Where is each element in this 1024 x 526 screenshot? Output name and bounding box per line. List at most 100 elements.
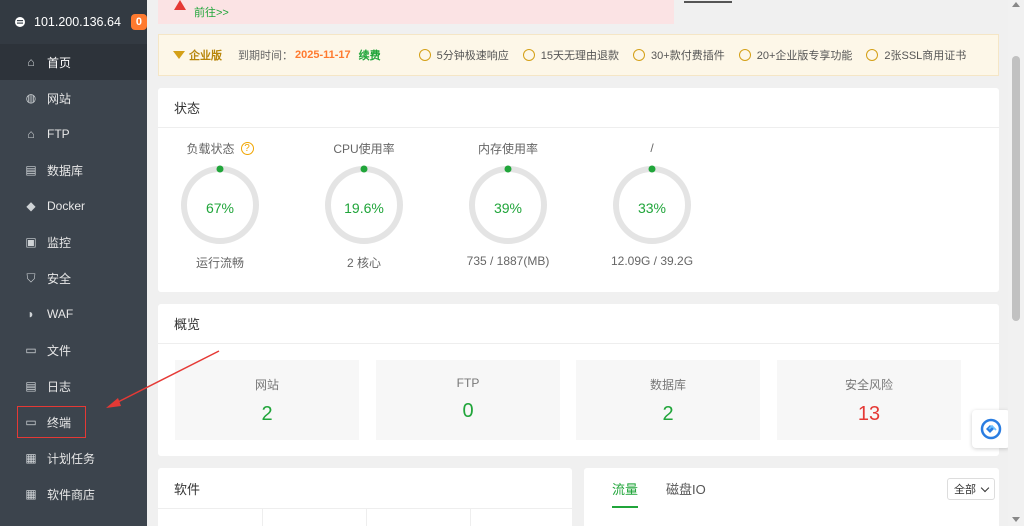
feature-label: 5分钟极速响应 (436, 50, 509, 62)
tab-traffic[interactable]: 流量 (612, 468, 639, 508)
feature-item: 15天无理由退款 (522, 47, 620, 63)
sidebar-item[interactable]: ▦ 软件商店 (0, 476, 147, 512)
annotation-highlight-box (17, 406, 86, 438)
customer-service-button[interactable] (972, 410, 1010, 448)
scroll-down-arrow-icon[interactable] (1012, 517, 1020, 522)
sidebar-item-label: 首页 (47, 55, 72, 70)
alert-link[interactable]: 前往>> (194, 4, 229, 20)
sidebar-item[interactable]: ▤ 日志 (0, 368, 147, 404)
sidebar-item[interactable]: ⌂ FTP (0, 116, 147, 152)
feature-label: 2张SSL商用证书 (884, 50, 967, 62)
gauge-label: 内存使用率 (458, 140, 558, 156)
sidebar-item-label: WAF (47, 307, 74, 321)
renew-link[interactable]: 续费 (359, 47, 381, 63)
software-card: 软件 (158, 468, 572, 526)
sidebar-item[interactable]: ▤ 数据库 (0, 152, 147, 188)
help-icon[interactable]: ? (240, 141, 254, 155)
sidebar-item-label: 文件 (47, 343, 72, 358)
sidebar: 101.200.136.64 0 ⌂ 首页 ◍ 网站 ⌂ FTP ▤ 数据库 ◆ Docker ▣ 监… (0, 0, 147, 526)
sidebar-item-label: Docker (47, 199, 86, 213)
overview-box[interactable]: 安全风险 13 (777, 360, 961, 440)
overview-box[interactable]: 数据库 2 (576, 360, 760, 440)
notification-badge[interactable]: 0 (130, 14, 147, 30)
overview-box[interactable]: 网站 2 (175, 360, 359, 440)
folder-icon: ▭ (25, 343, 37, 357)
gauge-subtext: 12.09G / 39.2G (610, 254, 694, 268)
overview-box-value: 2 (261, 403, 273, 425)
overview-title: 概览 (158, 304, 999, 344)
software-col-sep (470, 508, 471, 526)
tab-disk-io[interactable]: 磁盘IO (666, 468, 706, 508)
gauge-indicator (360, 165, 368, 173)
feature-item: 30+款付费插件 (633, 47, 725, 63)
scope-select-value: 全部 (954, 484, 976, 496)
scrollbar-thumb[interactable] (1012, 56, 1020, 321)
sidebar-item[interactable]: ⌂ 首页 (0, 44, 147, 80)
feature-item: 20+企业版专享功能 (738, 47, 852, 63)
gauge-value: 67% (205, 200, 235, 216)
sidebar-item[interactable]: ▦ 计划任务 (0, 440, 147, 476)
warning-icon (174, 0, 186, 10)
gauge-label-text: 负载状态 (186, 141, 235, 156)
gauge-subtext: 2 核心 (346, 256, 381, 270)
grid-icon: ▦ (25, 487, 37, 501)
feature-icon (522, 49, 535, 61)
overview-box[interactable]: FTP 0 (376, 360, 560, 440)
monitor-icon: ▣ (25, 235, 37, 249)
edition-label: 企业版 (173, 47, 222, 63)
sidebar-item-label: 网站 (47, 91, 72, 106)
nav-list: ⌂ 首页 ◍ 网站 ⌂ FTP ▤ 数据库 ◆ Docker ▣ 监控 ⛉ 安全 ◗ WAF ▭ 文件 ▤ 日志 ▭ 终端… (0, 44, 147, 512)
expire-date: 2025-11-17 (295, 49, 351, 61)
gauge-indicator (648, 165, 656, 173)
globe-icon: ◍ (25, 91, 37, 105)
gauge-label: 负载状态? (170, 140, 270, 156)
sidebar-item-label: 监控 (47, 235, 72, 250)
scroll-up-arrow-icon[interactable] (1012, 2, 1020, 7)
shield-icon: ⛉ (26, 270, 36, 285)
sidebar-item[interactable]: ◆ Docker (0, 188, 147, 224)
software-title: 软件 (174, 481, 201, 497)
sidebar-item[interactable]: ◗ WAF (0, 296, 147, 332)
scope-select[interactable]: 全部 (947, 478, 995, 500)
feature-icon (633, 49, 646, 61)
status-gauge[interactable]: 内存使用率 39% 735 / 1887(MB) (458, 140, 558, 269)
feature-label: 15天无理由退款 (540, 50, 620, 62)
status-gauge[interactable]: CPU使用率 19.6% 2 核心 (314, 140, 414, 271)
support-icon (980, 418, 1002, 440)
software-col-sep (366, 508, 367, 526)
gauge-value: 39% (493, 200, 523, 216)
overview-box-label: 网站 (254, 378, 279, 392)
sidebar-item-label: 计划任务 (47, 451, 96, 466)
server-ip: 101.200.136.64 (34, 15, 121, 29)
status-gauge[interactable]: / 33% 12.09G / 39.2G (602, 140, 702, 268)
overview-box-value: 2 (662, 403, 674, 425)
status-gauge[interactable]: 负载状态? 67% 运行流畅 (170, 140, 270, 271)
traffic-card: 流量 磁盘IO 全部 (584, 468, 999, 526)
gauge-indicator (504, 165, 512, 173)
sidebar-item-label: 安全 (47, 271, 72, 286)
expire-label: 到期时间： (238, 50, 293, 62)
log-icon: ▤ (25, 379, 37, 393)
chevron-down-icon (980, 483, 990, 492)
sidebar-item[interactable]: ▣ 监控 (0, 224, 147, 260)
vertical-scrollbar[interactable] (1008, 0, 1024, 526)
pro-edition-bar: 企业版 到期时间： 2025-11-17 续费 5分钟极速响应 15天无理由退款… (158, 34, 999, 76)
software-divider (158, 508, 572, 509)
server-icon (14, 16, 26, 28)
gauge-subtext: 735 / 1887(MB) (466, 254, 550, 268)
ftp-icon: ⌂ (27, 127, 35, 141)
sidebar-item[interactable]: ⛉ 安全 (0, 260, 147, 296)
sidebar-item[interactable]: ▭ 文件 (0, 332, 147, 368)
sidebar-item-label: 数据库 (47, 163, 84, 178)
overview-box-value: 13 (857, 403, 881, 425)
edition-text: 企业版 (189, 50, 222, 62)
overview-box-label: 安全风险 (844, 378, 893, 392)
feature-icon (738, 49, 751, 61)
sidebar-item[interactable]: ◍ 网站 (0, 80, 147, 116)
waf-icon: ◗ (27, 307, 35, 321)
gauge-indicator (216, 165, 224, 173)
status-card: 状态 负载状态? 67% 运行流畅 CPU使用率 19.6% 2 核心 内存使用率 39% 73… (158, 88, 999, 292)
calendar-icon: ▦ (25, 451, 37, 465)
overview-box-label: FTP (456, 376, 480, 390)
server-header[interactable]: 101.200.136.64 0 (0, 0, 147, 44)
